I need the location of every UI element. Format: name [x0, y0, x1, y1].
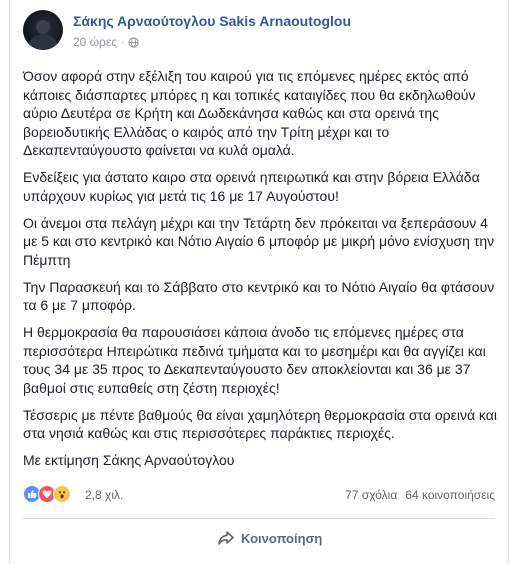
post-card: Σάκης Αρναούτογλου Sakis Arnaoutoglou 20…	[9, 0, 509, 564]
engagement-counts: 77 σχόλια 64 κοινοποιήσεις	[345, 488, 495, 502]
post-time[interactable]: 20 ώρες	[73, 35, 117, 49]
post-paragraph: Όσον αφορά στην εξέλιξη του καιρού για τ…	[23, 68, 476, 158]
share-arrow-icon	[218, 531, 234, 545]
post-paragraph: Η θερμοκρασία θα παρουσιάσει κάποια άνοδ…	[23, 324, 486, 396]
post-paragraph: Την Παρασκευή και το Σάββατο στο κεντρικ…	[23, 278, 495, 314]
comments-count[interactable]: 77 σχόλια	[345, 488, 397, 502]
avatar-silhouette-body	[29, 34, 57, 50]
post-meta: 20 ώρες ·	[73, 35, 139, 49]
post-header: Σάκης Αρναούτογλου Sakis Arnaoutoglou 20…	[23, 10, 493, 54]
reactions-summary: 2,8 χιλ. 77 σχόλια 64 κοινοποιήσεις	[23, 485, 495, 505]
share-button[interactable]: Κοινοποίηση	[218, 527, 322, 549]
avatar[interactable]	[23, 10, 63, 50]
wow-icon	[53, 485, 71, 503]
post-paragraph: Τέσσερις με πέντε βαθμούς θα είναι χαμηλ…	[23, 406, 497, 442]
share-label: Κοινοποίηση	[241, 530, 323, 546]
avatar-silhouette-head	[36, 20, 50, 34]
reactions-count[interactable]: 2,8 χιλ.	[85, 488, 123, 502]
post-paragraph: Ενδείξεις για άστατο καιρο στα ορεινά ηπ…	[23, 169, 480, 204]
meta-separator: ·	[121, 36, 125, 48]
author-name[interactable]: Σάκης Αρναούτογλου Sakis Arnaoutoglou	[73, 13, 351, 29]
divider	[23, 518, 495, 519]
globe-icon[interactable]	[128, 36, 139, 48]
post-paragraph: Με εκτίμηση Σάκης Αρναούτογλου	[23, 452, 235, 468]
post-text: Όσον αφορά στην εξέλιξη του καιρού για τ…	[23, 67, 501, 478]
post-paragraph: Οι άνεμοι στα πελάγη μέχρι και την Τετάρ…	[23, 214, 495, 268]
reaction-icons[interactable]	[23, 485, 71, 503]
shares-count[interactable]: 64 κοινοποιήσεις	[405, 488, 495, 502]
